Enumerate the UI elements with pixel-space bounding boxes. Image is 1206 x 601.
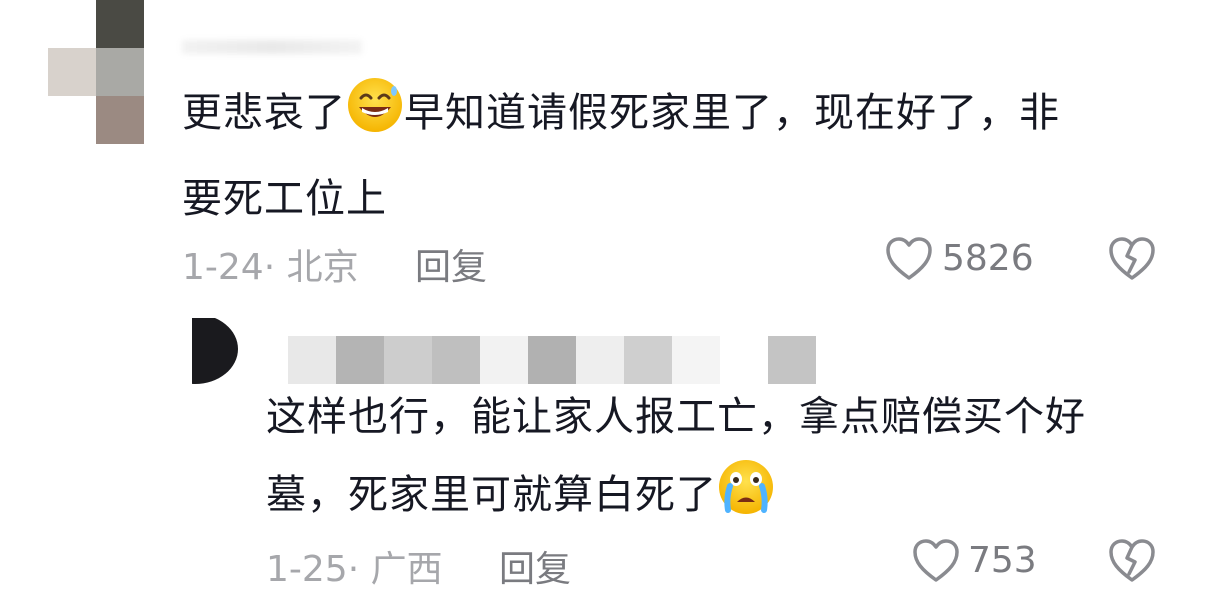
comment-date: 1-25 (266, 549, 348, 590)
like-count: 5826 (942, 238, 1034, 279)
dislike-heart-icon[interactable] (1108, 538, 1156, 588)
comment-text-line: 这样也行，能让家人报工亡，拿点赔偿买个好 (266, 394, 1086, 440)
comment-meta: 1-25· 广西 (266, 540, 443, 592)
comment-text-line: 要死工位上 (182, 176, 387, 222)
avatar[interactable] (48, 0, 144, 144)
comment-location: 广西 (370, 549, 443, 590)
separator: · (263, 247, 276, 288)
dislike-heart-icon[interactable] (1108, 236, 1156, 286)
separator: · (347, 549, 360, 590)
comment-text-part: 早知道请假死家里了，现在好了，非 (404, 90, 1060, 136)
heart-icon[interactable] (912, 538, 960, 588)
crying-emoji-icon (717, 458, 775, 542)
comment-location: 北京 (286, 247, 359, 288)
reply-button[interactable]: 回复 (415, 238, 487, 290)
comment-text: 这样也行，能让家人报工亡，拿点赔偿买个好 墓，死家里可就算白死了 (266, 378, 1086, 542)
comment-text-line: 墓，死家里可就算白死了 (266, 472, 717, 518)
heart-icon[interactable] (885, 236, 933, 286)
like-count: 753 (968, 540, 1037, 581)
comment-text-part: 更悲哀了 (182, 90, 346, 136)
grinning-sweat-emoji-icon (346, 76, 404, 160)
username-blurred[interactable] (288, 336, 818, 384)
avatar[interactable] (192, 318, 242, 386)
comment-meta: 1-24· 北京 (182, 238, 359, 290)
comment-date: 1-24 (182, 247, 264, 288)
reply-button[interactable]: 回复 (499, 540, 571, 592)
comment-text: 更悲哀了 早知道请假死家里了，现在好了，非 要死工位上 (182, 74, 1060, 238)
username-blurred[interactable] (182, 40, 362, 54)
